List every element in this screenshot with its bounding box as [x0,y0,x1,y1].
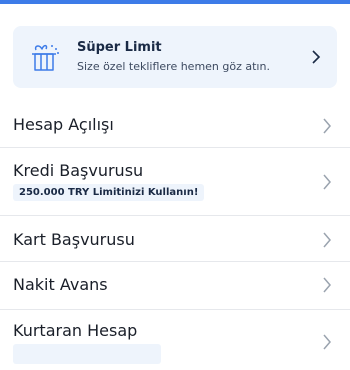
menu-item-kurtaran-hesap[interactable]: Kurtaran Hesap [0,310,350,370]
menu-item-hesap-acilisi[interactable]: Hesap Açılışı [0,104,350,148]
menu-item-kart-basvurusu[interactable]: Kart Başvurusu [0,216,350,262]
menu-item-label: Kart Başvurusu [13,230,135,249]
menu-item-label: Hesap Açılışı [13,115,114,134]
menu-item-label: Nakit Avans [13,275,108,294]
promo-title: Süper Limit [77,40,162,55]
gift-icon [32,44,59,71]
menu-item-nakit-avans[interactable]: Nakit Avans [0,262,350,310]
menu-item-label: Kurtaran Hesap [13,321,138,340]
top-accent-bar [0,0,350,4]
chevron-right-icon [323,118,331,134]
menu-item-kredi-basvurusu[interactable]: Kredi Başvurusu 250.000 TRY Limitinizi K… [0,148,350,216]
limit-badge: 250.000 TRY Limitinizi Kullanın! [13,184,205,201]
chevron-right-icon [323,174,331,190]
limit-badge [13,344,161,364]
chevron-right-icon [312,50,321,64]
promo-subtitle: Size özel tekliflere hemen göz atın. [77,60,270,73]
chevron-right-icon [323,334,331,350]
menu-item-label: Kredi Başvurusu [13,161,144,180]
chevron-right-icon [323,277,331,293]
chevron-right-icon [323,232,331,248]
super-limit-card[interactable]: Süper Limit Size özel tekliflere hemen g… [13,26,337,88]
